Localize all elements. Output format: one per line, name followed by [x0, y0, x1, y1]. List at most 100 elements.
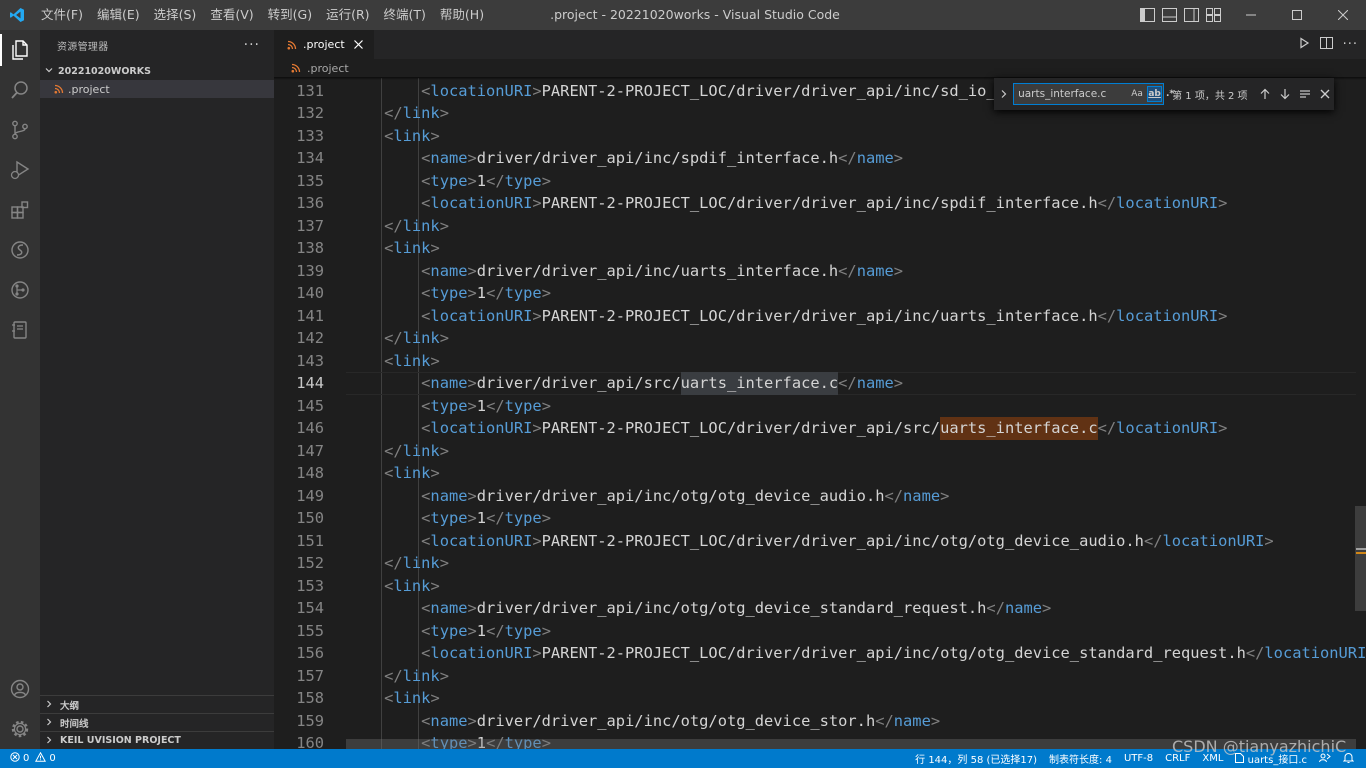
code-line[interactable]: 156 <locationURI>PARENT-2-PROJECT_LOC/dr…	[274, 642, 1366, 665]
code-line[interactable]: 137 </link>	[274, 215, 1366, 238]
line-number: 142	[296, 329, 324, 347]
menu-item[interactable]: 文件(F)	[34, 0, 90, 30]
code-line[interactable]: 138 <link>	[274, 237, 1366, 260]
line-number: 149	[296, 486, 324, 505]
code-line[interactable]: 146 <locationURI>PARENT-2-PROJECT_LOC/dr…	[274, 417, 1366, 440]
workspace-folder[interactable]: 20221020WORKS	[40, 62, 274, 80]
overview-ruler-mark	[1356, 552, 1366, 554]
account-icon[interactable]	[0, 669, 40, 709]
code-line[interactable]: 149 <name>driver/driver_api/inc/otg/otg_…	[274, 485, 1366, 508]
vertical-scrollbar[interactable]	[1354, 78, 1366, 749]
find-widget: uarts_interface.c Aa ab .* 第 1 项，共 2 项	[994, 78, 1334, 110]
code-line[interactable]: 144 <name>driver/driver_api/src/uarts_in…	[274, 372, 1366, 395]
code-line[interactable]: 136 <locationURI>PARENT-2-PROJECT_LOC/dr…	[274, 192, 1366, 215]
line-number: 153	[296, 576, 324, 595]
line-text: <link>	[384, 576, 440, 595]
file-item-project[interactable]: .project	[40, 80, 274, 98]
code-line[interactable]: 148 <link>	[274, 462, 1366, 485]
remote-icon[interactable]	[0, 230, 40, 270]
find-input[interactable]: uarts_interface.c Aa ab .*	[1013, 83, 1174, 105]
match-case-button[interactable]: Aa	[1130, 86, 1144, 102]
explorer-icon[interactable]	[0, 30, 40, 70]
line-number: 150	[296, 509, 324, 527]
section-label: 时间线	[60, 718, 89, 730]
code-line[interactable]: 155 <type>1</type>	[274, 620, 1366, 643]
menu-item[interactable]: 运行(R)	[319, 0, 376, 30]
code-line[interactable]: 154 <name>driver/driver_api/inc/otg/otg_…	[274, 597, 1366, 620]
menu-item[interactable]: 终端(T)	[377, 0, 433, 30]
code-line[interactable]: 142 </link>	[274, 327, 1366, 350]
indentation[interactable]: 制表符长度: 4	[1049, 751, 1112, 766]
section-label: KEIL UVISION PROJECT	[60, 735, 181, 746]
menu-item[interactable]: 查看(V)	[203, 0, 260, 30]
code-line[interactable]: 159 <name>driver/driver_api/inc/otg/otg_…	[274, 710, 1366, 733]
line-text: <link>	[384, 464, 440, 482]
code-editor[interactable]: 131 <locationURI>PARENT-2-PROJECT_LOC/dr…	[274, 78, 1366, 749]
code-line[interactable]: 135 <type>1</type>	[274, 170, 1366, 193]
customize-layout-icon[interactable]	[1204, 6, 1222, 24]
file-icon	[1235, 753, 1247, 766]
scrollbar-thumb[interactable]	[1355, 506, 1366, 611]
code-line[interactable]: 133 <link>	[274, 125, 1366, 148]
notebook-icon[interactable]	[0, 310, 40, 350]
section-keil-project[interactable]: KEIL UVISION PROJECT	[40, 731, 274, 749]
rss-file-icon	[291, 63, 301, 73]
code-line[interactable]: 140 <type>1</type>	[274, 282, 1366, 305]
cursor-position[interactable]: 行 144，列 58 (已选择17)	[915, 751, 1037, 766]
menu-item[interactable]: 帮助(H)	[433, 0, 491, 30]
more-editor-actions-icon[interactable]: ···	[1343, 37, 1358, 52]
run-debug-icon[interactable]	[0, 150, 40, 190]
find-in-selection-icon[interactable]	[1295, 84, 1314, 104]
toggle-secondary-sidebar-icon[interactable]	[1182, 6, 1200, 24]
use-regex-button[interactable]: .*	[1164, 86, 1176, 102]
section-timeline[interactable]: 时间线	[40, 713, 274, 731]
code-line[interactable]: 134 <name>driver/driver_api/inc/spdif_in…	[274, 147, 1366, 170]
problems-indicator[interactable]: 0 0	[0, 751, 56, 765]
line-number: 156	[296, 644, 324, 662]
close-find-icon[interactable]	[1315, 84, 1334, 104]
toggle-replace-icon[interactable]	[996, 89, 1011, 99]
minimize-icon[interactable]	[1228, 0, 1274, 30]
line-number: 132	[296, 104, 324, 122]
maximize-icon[interactable]	[1274, 0, 1320, 30]
line-text: </link>	[384, 104, 449, 122]
split-editor-icon[interactable]	[1319, 37, 1333, 52]
settings-gear-icon[interactable]	[0, 709, 40, 749]
line-number: 160	[296, 734, 324, 749]
menu-item[interactable]: 转到(G)	[261, 0, 319, 30]
close-tab-icon[interactable]	[351, 37, 365, 51]
menu-item[interactable]: 选择(S)	[147, 0, 204, 30]
menu-item[interactable]: 编辑(E)	[90, 0, 147, 30]
line-text: <type>1</type>	[421, 509, 551, 527]
run-icon[interactable]	[1298, 37, 1310, 52]
toggle-primary-sidebar-icon[interactable]	[1138, 6, 1156, 24]
source-control-icon[interactable]	[0, 110, 40, 150]
section-outline[interactable]: 大纲	[40, 695, 274, 713]
next-match-icon[interactable]	[1275, 84, 1294, 104]
tab-project[interactable]: .project	[274, 30, 374, 59]
breadcrumb-item[interactable]: .project	[307, 62, 349, 75]
line-number: 145	[296, 396, 324, 415]
code-line[interactable]: 150 <type>1</type>	[274, 507, 1366, 530]
code-line[interactable]: 157 </link>	[274, 665, 1366, 688]
timeline-icon[interactable]	[0, 270, 40, 310]
code-line[interactable]: 152 </link>	[274, 552, 1366, 575]
code-line[interactable]: 145 <type>1</type>	[274, 395, 1366, 418]
search-icon[interactable]	[0, 70, 40, 110]
close-window-icon[interactable]	[1320, 0, 1366, 30]
code-line[interactable]: 147 </link>	[274, 440, 1366, 463]
code-line[interactable]: 143 <link>	[274, 350, 1366, 373]
line-number: 151	[296, 531, 324, 550]
previous-match-icon[interactable]	[1256, 84, 1275, 104]
more-actions-button[interactable]: ···	[244, 37, 260, 53]
code-line[interactable]: 151 <locationURI>PARENT-2-PROJECT_LOC/dr…	[274, 530, 1366, 553]
code-line[interactable]: 139 <name>driver/driver_api/inc/uarts_in…	[274, 260, 1366, 283]
match-whole-word-button[interactable]: ab	[1147, 86, 1163, 102]
encoding[interactable]: UTF-8	[1124, 753, 1153, 764]
code-line[interactable]: 158 <link>	[274, 687, 1366, 710]
toggle-panel-icon[interactable]	[1160, 6, 1178, 24]
code-line[interactable]: 141 <locationURI>PARENT-2-PROJECT_LOC/dr…	[274, 305, 1366, 328]
extensions-icon[interactable]	[0, 190, 40, 230]
line-number: 143	[296, 351, 324, 370]
code-line[interactable]: 153 <link>	[274, 575, 1366, 598]
